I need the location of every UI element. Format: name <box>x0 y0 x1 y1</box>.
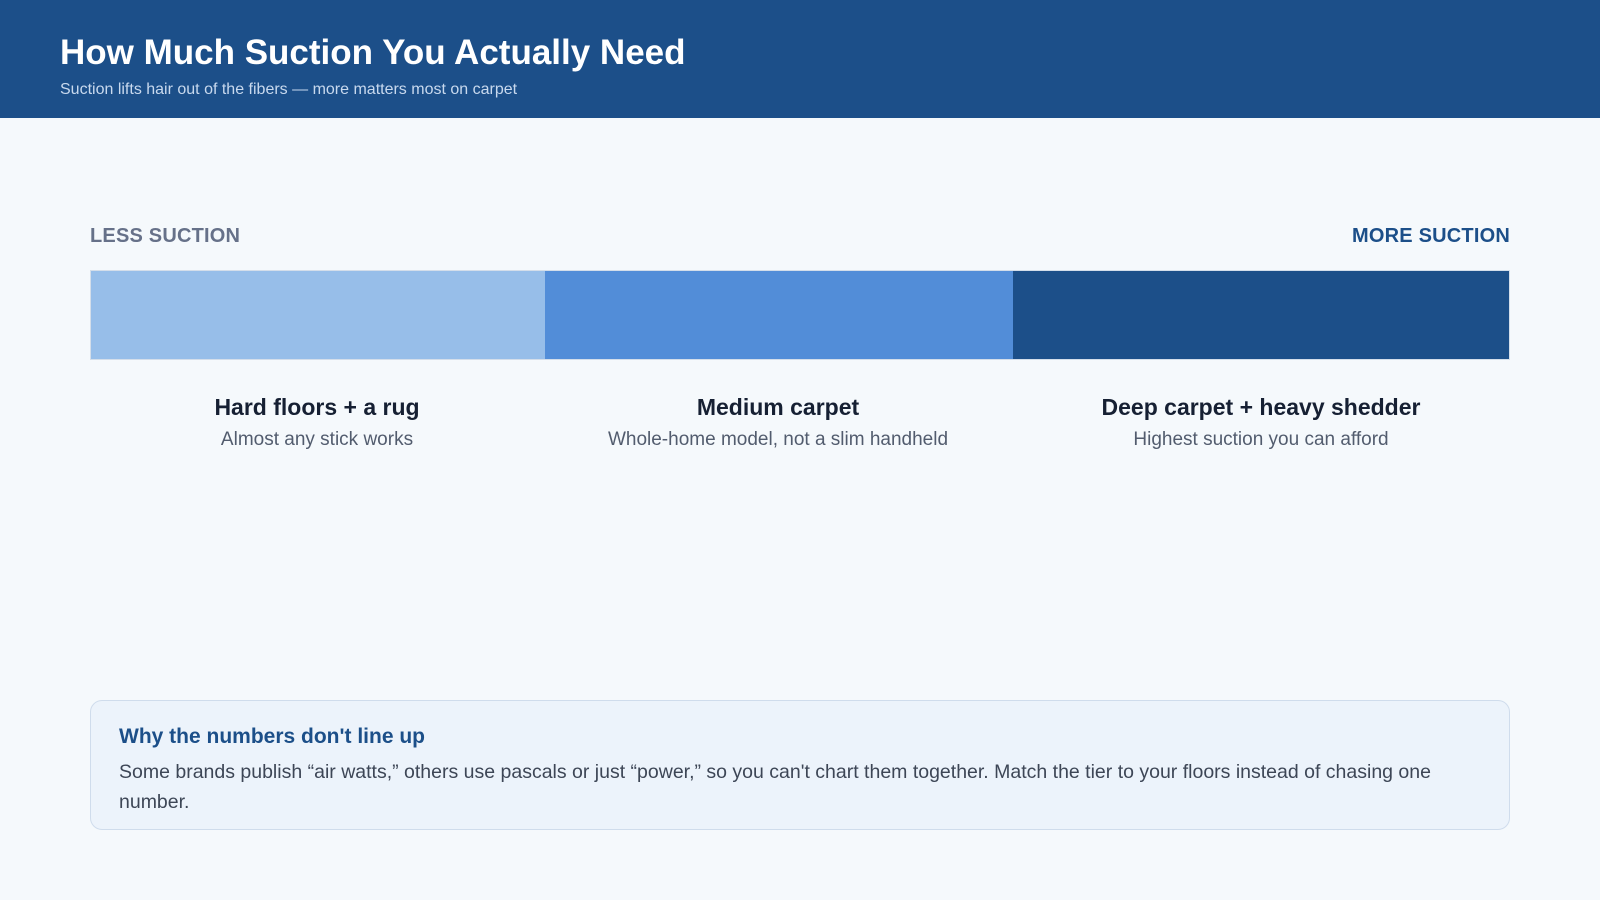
tier-title: Hard floors + a rug <box>214 394 420 420</box>
tier-segment-hard-floors <box>91 271 545 359</box>
tier-segment-medium-carpet <box>545 271 1013 359</box>
suction-scale-bar <box>90 270 1510 360</box>
tier-description: Highest suction you can afford <box>1133 429 1389 450</box>
scale-low-label: LESS SUCTION <box>90 225 241 247</box>
info-note: Why the numbers don't line up Some brand… <box>90 700 1510 830</box>
page-subtitle: Suction lifts hair out of the fibers — m… <box>60 81 518 98</box>
note-body: Some brands publish “air watts,” others … <box>119 761 1431 813</box>
note-title: Why the numbers don't line up <box>119 725 425 748</box>
header: How Much Suction You Actually Need Sucti… <box>0 0 1600 118</box>
page-title: How Much Suction You Actually Need <box>60 33 686 72</box>
tier-description: Whole-home model, not a slim handheld <box>607 429 949 450</box>
scale-high-label: MORE SUCTION <box>1352 225 1510 247</box>
tier-title: Medium carpet <box>696 394 860 420</box>
tier-deep-carpet: Deep carpet + heavy shedder Highest suct… <box>1012 392 1510 452</box>
tier-segment-deep-carpet <box>1013 271 1509 359</box>
tier-medium-carpet: Medium carpet Whole-home model, not a sl… <box>544 392 1012 452</box>
tier-title: Deep carpet + heavy shedder <box>1101 394 1421 420</box>
tier-description: Almost any stick works <box>220 429 414 450</box>
tier-hard-floors: Hard floors + a rug Almost any stick wor… <box>90 392 544 452</box>
